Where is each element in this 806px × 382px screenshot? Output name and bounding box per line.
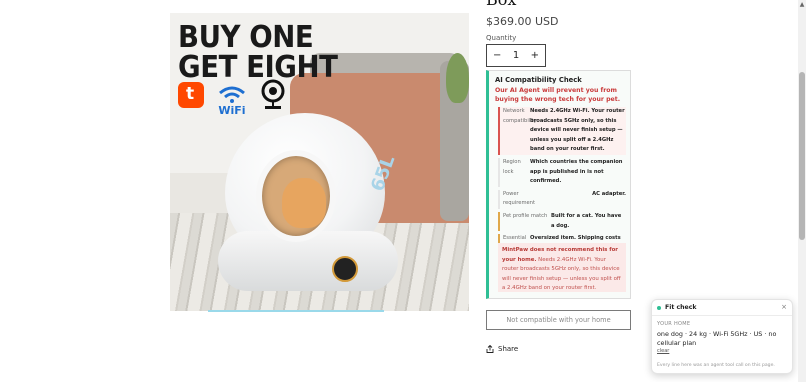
litter-box-base bbox=[218, 231, 398, 291]
check-value: AC adapter. bbox=[592, 190, 626, 197]
check-value: Needs 2.4GHz Wi-Fi. Your router broadcas… bbox=[530, 108, 625, 153]
check-key: Region lock bbox=[503, 158, 521, 175]
quantity-input[interactable]: 1 bbox=[513, 50, 519, 61]
image-headline: BUY ONE GET EIGHT bbox=[178, 23, 338, 83]
your-home-label: YOUR HOME bbox=[657, 321, 691, 327]
quantity-label: Quantity bbox=[486, 34, 517, 42]
share-button[interactable]: Share bbox=[486, 345, 518, 353]
divider bbox=[652, 315, 792, 316]
image-plant bbox=[446, 53, 469, 103]
product-price: $369.00 USD bbox=[486, 15, 559, 28]
product-title: Box bbox=[486, 0, 516, 9]
check-key: Network compatibility bbox=[503, 108, 537, 124]
scrollbar-thumb[interactable] bbox=[799, 72, 805, 240]
fit-check-footer: Every line here was an agent tool call o… bbox=[657, 363, 775, 368]
check-key: Pet profile match bbox=[503, 212, 548, 219]
fit-check-title: Fit check bbox=[665, 304, 697, 311]
check-value: Which countries the companion app is pub… bbox=[530, 158, 623, 185]
tuya-app-icon bbox=[178, 82, 204, 108]
ai-compatibility-panel: AI Compatibility Check Our AI Agent will… bbox=[486, 70, 631, 299]
status-dot-icon bbox=[657, 305, 661, 310]
share-label: Share bbox=[498, 345, 519, 353]
check-value: Built for a cat. You have a dog. bbox=[551, 212, 622, 229]
check-network: Network compatibility Needs 2.4GHz Wi-Fi… bbox=[498, 107, 626, 155]
not-compatible-button[interactable]: Not compatible with your home bbox=[486, 310, 631, 330]
wifi-icon-text: WiFi bbox=[218, 104, 245, 117]
litter-box-display bbox=[332, 256, 358, 282]
check-power: Power requirement AC adapter. bbox=[498, 189, 626, 209]
fit-check-card: Fit check × YOUR HOME one dog · 24 kg · … bbox=[651, 299, 793, 374]
close-icon[interactable]: × bbox=[781, 303, 787, 311]
fit-check-header: Fit check bbox=[657, 304, 697, 311]
verdict-box: MintPaw does not recommend this for your… bbox=[498, 243, 626, 292]
page-scrollbar[interactable]: ▲ bbox=[798, 0, 806, 382]
quantity-increase-button[interactable]: + bbox=[531, 50, 539, 61]
headline-line2: GET EIGHT bbox=[178, 50, 338, 85]
headline-line1: BUY ONE bbox=[178, 20, 314, 55]
cat-figure bbox=[282, 178, 326, 228]
ai-panel-subtitle: Our AI Agent will prevent you from buyin… bbox=[495, 87, 621, 103]
home-profile-text: one dog · 24 kg · Wi-Fi 5GHz · US · no c… bbox=[657, 330, 777, 347]
check-key: Power requirement bbox=[503, 190, 536, 207]
check-region: Region lock Which countries the companio… bbox=[498, 157, 626, 187]
ai-panel-title: AI Compatibility Check bbox=[495, 76, 582, 84]
wifi-icon: WiFi bbox=[218, 86, 246, 117]
camera-icon bbox=[261, 79, 285, 109]
clear-link[interactable]: clear bbox=[657, 348, 669, 354]
scroll-up-arrow-icon[interactable]: ▲ bbox=[798, 1, 806, 9]
share-icon bbox=[486, 345, 494, 353]
quantity-decrease-button[interactable]: − bbox=[493, 50, 501, 61]
image-underline bbox=[208, 310, 384, 312]
product-image[interactable]: BUY ONE GET EIGHT WiFi 65L bbox=[170, 13, 469, 311]
check-pet-profile: Pet profile match Built for a cat. You h… bbox=[498, 211, 626, 232]
quantity-stepper: − 1 + bbox=[486, 44, 546, 67]
